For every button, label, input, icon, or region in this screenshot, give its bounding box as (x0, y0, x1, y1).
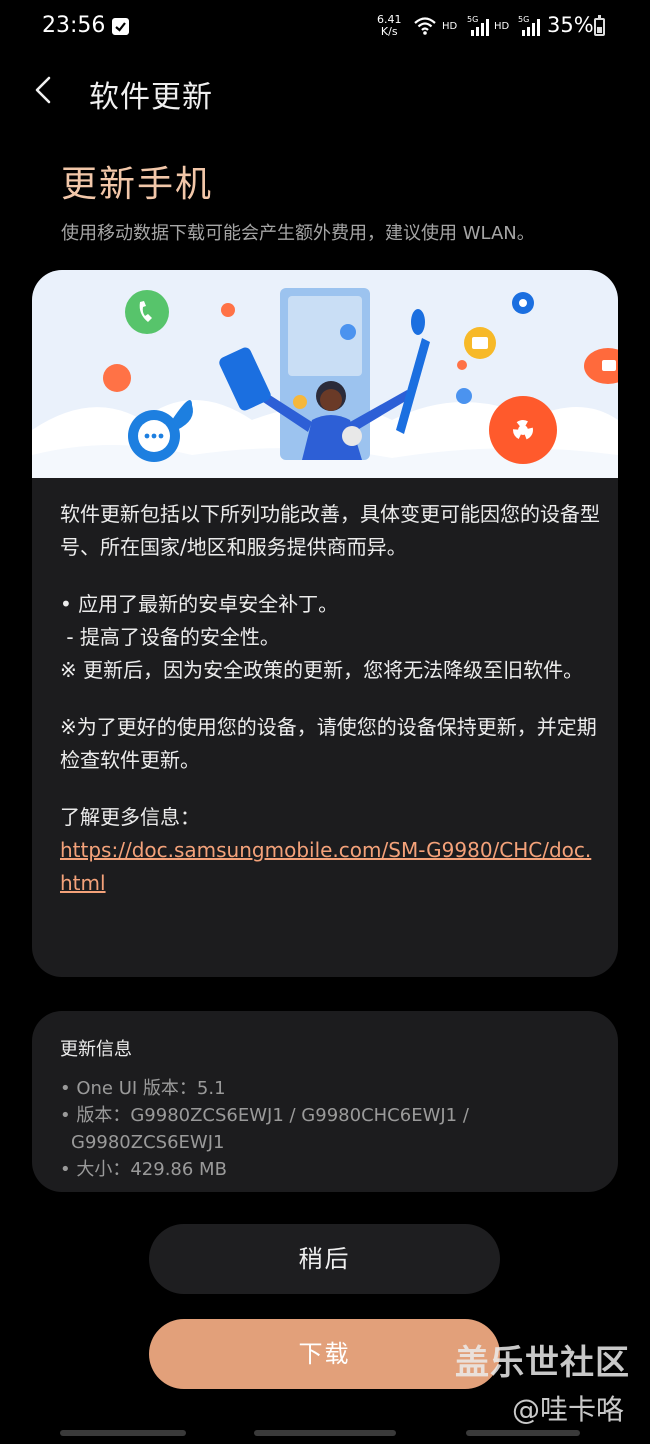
nav-back-handle[interactable] (466, 1430, 580, 1436)
later-button[interactable]: 稍后 (149, 1224, 500, 1294)
more-info-label: 了解更多信息： (60, 805, 200, 829)
more-info-link[interactable]: https://doc.samsungmobile.com/SM-G9980/C… (60, 838, 591, 895)
page-title: 软件更新 (89, 80, 213, 115)
navigation-bar (0, 1426, 650, 1444)
release-notes-item: ※ 更新后，因为安全政策的更新，您将无法降级至旧软件。 (60, 658, 584, 682)
update-heading: 更新手机 (61, 164, 214, 205)
battery-icon (594, 15, 605, 36)
update-size: • 大小：429.86 MB (60, 1159, 227, 1180)
release-notes-advice: ※为了更好的使用您的设备，请使您的设备保持更新，并定期检查软件更新。 (60, 715, 597, 772)
back-arrow-icon (35, 76, 51, 104)
back-button[interactable] (24, 68, 68, 112)
update-illustration (32, 270, 618, 478)
community-watermark: 盖乐世社区 (455, 1343, 630, 1383)
one-ui-version: • One UI 版本：5.1 (60, 1078, 226, 1099)
folder-icon (464, 327, 496, 359)
signal-icon (471, 19, 489, 36)
release-notes-intro: 软件更新包括以下所列功能改善，具体变更可能因您的设备型号、所在国家/地区和服务提… (60, 502, 600, 559)
wifi-icon (414, 17, 436, 35)
hd-label: HD (442, 21, 458, 32)
battery-percent: 35% (547, 13, 594, 37)
phone-icon (125, 290, 169, 334)
signal-icon (522, 19, 540, 36)
status-time: 23:56 (42, 13, 106, 38)
status-bar: 23:56 6.41 K/s HD 5G HD 5G 35% (0, 0, 650, 56)
release-notes-item: • 应用了最新的安卓安全补丁。 (60, 592, 339, 616)
download-button[interactable]: 下载 (149, 1319, 500, 1389)
hd-label: HD (494, 21, 510, 32)
flower-icon (489, 396, 557, 464)
gear-icon (512, 292, 534, 314)
build-version-continued: G9980ZCS6EWJ1 (71, 1132, 225, 1153)
update-info-card: 更新信息 • One UI 版本：5.1 • 版本：G9980ZCS6EWJ1 … (32, 1011, 618, 1192)
release-notes-card: 软件更新包括以下所列功能改善，具体变更可能因您的设备型号、所在国家/地区和服务提… (32, 270, 618, 977)
nav-home-handle[interactable] (254, 1430, 396, 1436)
release-notes: 软件更新包括以下所列功能改善，具体变更可能因您的设备型号、所在国家/地区和服务提… (60, 498, 600, 900)
data-warning: 使用移动数据下载可能会产生额外费用，建议使用 WLAN。 (61, 223, 535, 244)
update-info-list: • One UI 版本：5.1 • 版本：G9980ZCS6EWJ1 / G99… (60, 1075, 469, 1183)
checkbox-notification-icon (112, 18, 129, 35)
author-watermark: @哇卡咯 (512, 1393, 625, 1426)
release-notes-item: - 提高了设备的安全性。 (60, 625, 280, 649)
nav-recents-handle[interactable] (60, 1430, 186, 1436)
update-info-heading: 更新信息 (60, 1039, 132, 1060)
app-bar: 软件更新 (0, 58, 650, 128)
build-version: • 版本：G9980ZCS6EWJ1 / G9980CHC6EWJ1 / (60, 1105, 469, 1126)
network-speed: 6.41 K/s (377, 13, 402, 38)
